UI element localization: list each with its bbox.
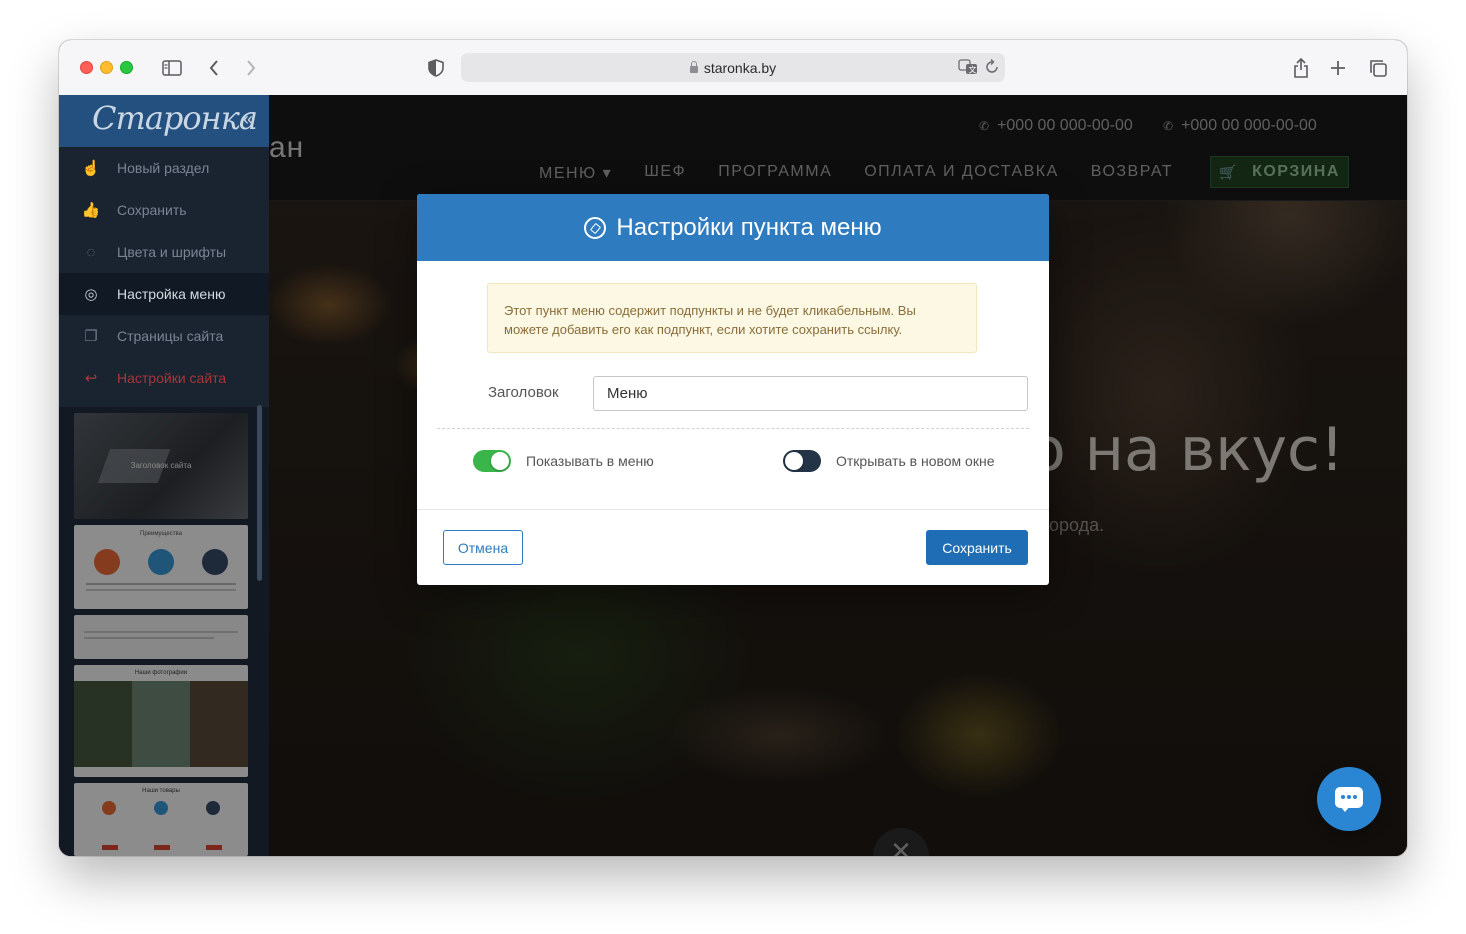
thumbs-up-icon: 👍 [81,202,101,219]
new-tab-button[interactable] [1324,54,1352,82]
svg-text:文: 文 [969,65,977,75]
share-button[interactable] [1287,54,1315,82]
translate-icon[interactable]: 文 [958,59,978,80]
share-icon [1294,58,1308,78]
page-viewport: ан ✆ +000 00 000-00-00 ✆ +000 00 000-00-00… [59,95,1407,856]
lightbulb-icon: ◌ [86,243,96,261]
save-button[interactable]: Сохранить [926,530,1028,565]
editor-logo: Старонка « [59,95,269,147]
cancel-button[interactable]: Отмена [443,530,523,565]
plus-icon [1331,61,1345,75]
open-new-window-label: Открывать в новом окне [836,453,995,469]
address-bar[interactable]: staronka.by 文 [461,53,1005,82]
sidebar-item-menu-settings[interactable]: ◎ Настройка меню [59,273,269,315]
title-field-label: Заголовок [488,384,559,401]
maximize-window-button[interactable] [120,61,133,74]
tab-overview-button[interactable] [1364,54,1392,82]
pointer-hand-icon: ☝ [81,160,101,177]
sidebar-icon [162,60,182,76]
chevron-right-icon [247,60,256,76]
forward-button[interactable] [237,54,265,82]
sidebar-scrollbar[interactable] [257,405,262,581]
warning-alert: Этот пункт меню содержит подпункты и не … [487,283,977,353]
editor-sidebar: Старонка « ☝ Новый раздел 👍 Сохранить ◌ … [59,95,269,856]
sidebar-item-colors-fonts[interactable]: ◌ Цвета и шрифты [59,231,269,273]
dialog-header: Настройки пункта меню [417,194,1049,261]
show-in-menu-label: Показывать в меню [526,453,654,469]
chat-widget-button[interactable] [1317,767,1381,831]
sidebar-item-site-pages[interactable]: ❐ Страницы сайта [59,315,269,357]
shield-icon [428,59,444,77]
browser-toolbar: staronka.by 文 [59,40,1407,96]
close-window-button[interactable] [80,61,93,74]
minimize-window-button[interactable] [100,61,113,74]
compass-icon [584,216,607,239]
menu-item-settings-dialog: Настройки пункта меню Этот пункт меню со… [417,194,1049,585]
section-thumbnails: Заголовок сайта Преимущества Наши фотогр… [59,407,269,856]
tabs-icon [1370,60,1387,77]
open-new-window-toggle[interactable] [783,450,821,472]
thumbnails-dimmer [59,407,269,856]
sidebar-toggle-button[interactable] [158,54,186,82]
dialog-footer-divider [417,509,1049,510]
reload-icon[interactable] [985,58,999,80]
sidebar-item-site-settings[interactable]: ↩ Настройки сайта [59,357,269,399]
compass-icon: ◎ [84,286,98,303]
browser-window: staronka.by 文 ан ✆ +000 00 000-00-00 ✆ +00… [59,40,1407,856]
chat-icon [1335,787,1363,812]
collapse-sidebar-button[interactable]: « [243,109,253,130]
show-in-menu-toggle[interactable] [473,450,511,472]
logo-text: Старонка [92,99,258,137]
divider [437,428,1029,429]
sidebar-item-new-section[interactable]: ☝ Новый раздел [59,147,269,189]
lock-icon [689,61,698,73]
url-text: staronka.by [703,60,777,76]
dialog-title: Настройки пункта меню [616,213,882,241]
sidebar-item-save[interactable]: 👍 Сохранить [59,189,269,231]
back-button[interactable] [200,54,228,82]
title-input[interactable] [593,376,1028,411]
privacy-shield-button[interactable] [422,54,450,82]
pages-icon: ❐ [84,328,98,345]
exit-icon: ↩ [84,370,98,387]
chevron-left-icon [209,60,218,76]
editor-menu: ☝ Новый раздел 👍 Сохранить ◌ Цвета и шри… [59,147,269,399]
